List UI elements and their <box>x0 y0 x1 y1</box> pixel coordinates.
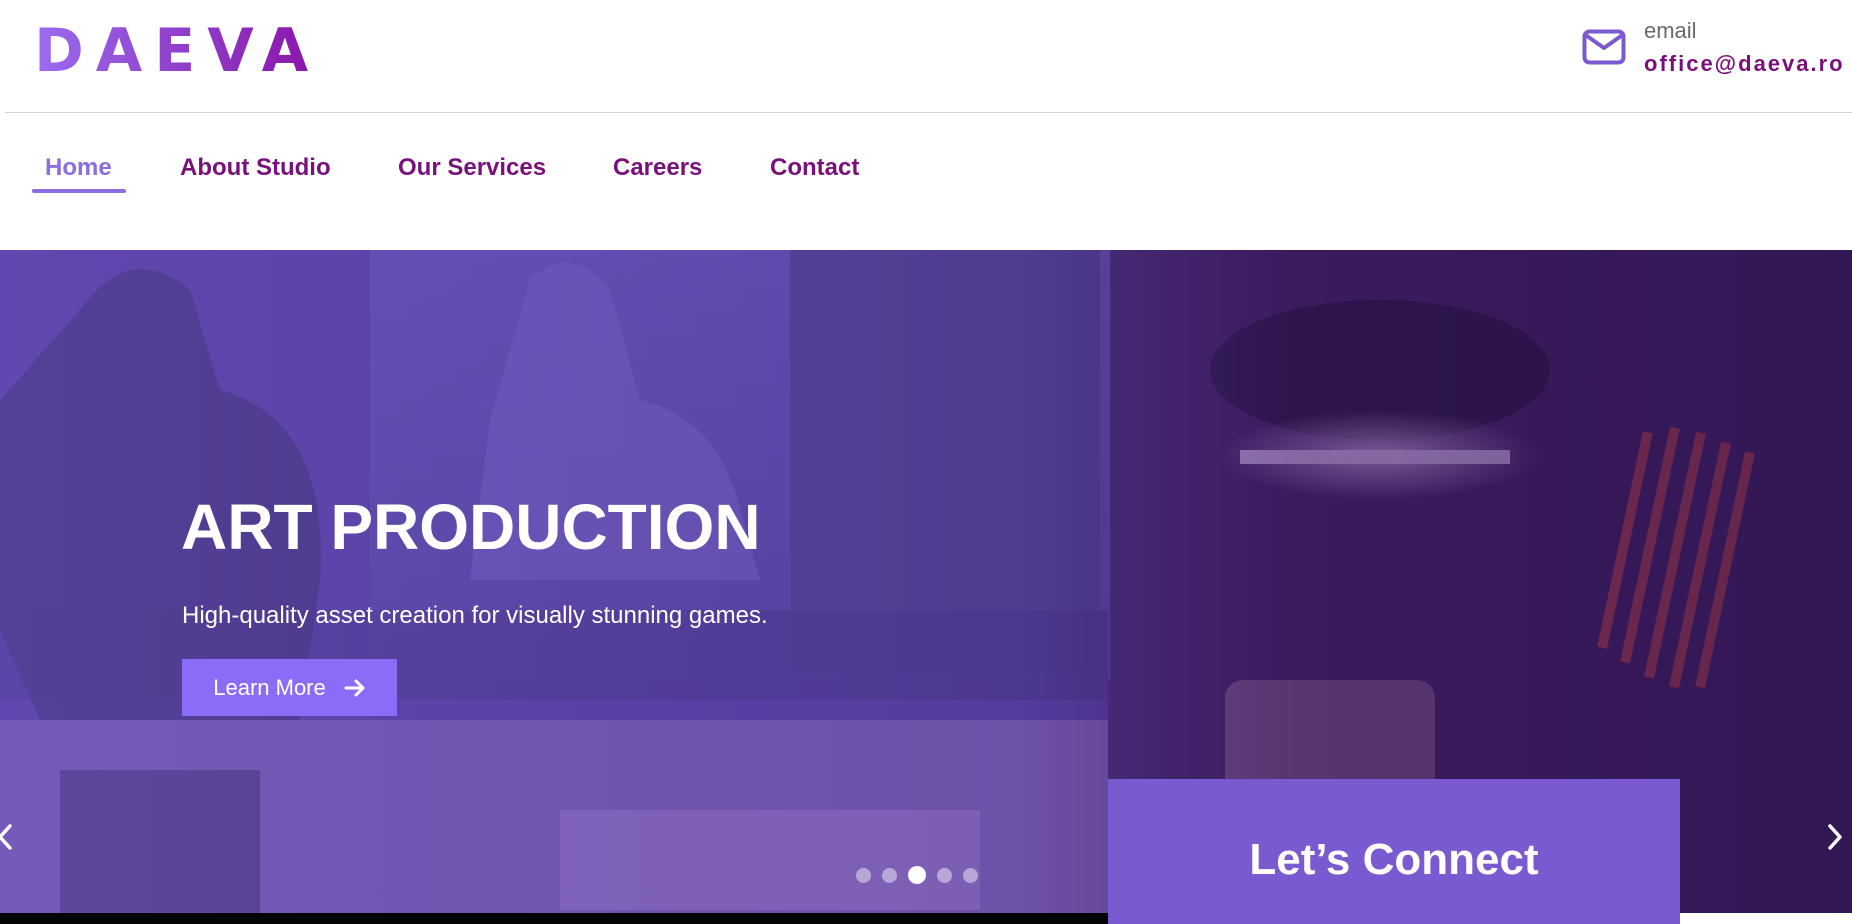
slider-dot-2[interactable] <box>882 867 897 883</box>
nav-item-home[interactable]: Home <box>45 154 112 182</box>
slider-dot-3[interactable] <box>908 866 926 884</box>
slider-dot-5[interactable] <box>963 867 978 883</box>
hero-title: ART PRODUCTION <box>181 491 761 563</box>
learn-more-label: Learn More <box>213 674 326 700</box>
slider-dot-4[interactable] <box>937 867 952 883</box>
logo-graphic: DAEVA <box>34 16 320 86</box>
nav-item-our-services[interactable]: Our Services <box>398 154 546 182</box>
hero-subtitle: High-quality asset creation for visually… <box>182 602 768 629</box>
hero-bottom-strip <box>1680 913 1852 924</box>
email-link[interactable]: office@daeva.ro <box>1644 51 1845 77</box>
slider-dot-1[interactable] <box>856 867 871 883</box>
nav-active-underline <box>32 189 126 193</box>
main-nav: Home About Studio Our Services Careers C… <box>0 113 1852 250</box>
lets-connect-title: Let’s Connect <box>1249 835 1539 884</box>
nav-item-careers[interactable]: Careers <box>613 154 702 182</box>
site-header: DAEVA email office@daeva.ro <box>0 0 1852 113</box>
daeva-logo[interactable]: DAEVA <box>34 16 334 86</box>
slider-prev-icon[interactable] <box>0 822 14 852</box>
email-label: email <box>1644 18 1697 43</box>
hero-slider: ART PRODUCTION High-quality asset creati… <box>0 250 1852 924</box>
slider-pagination <box>856 865 978 885</box>
logo-text: DAEVA <box>34 16 320 78</box>
header-email[interactable]: email office@daeva.ro <box>1580 16 1852 86</box>
lets-connect-panel[interactable]: Let’s Connect <box>1108 779 1680 924</box>
slider-next-icon[interactable] <box>1826 822 1844 852</box>
nav-item-contact[interactable]: Contact <box>770 154 859 182</box>
mail-icon <box>1582 29 1626 65</box>
learn-more-button[interactable]: Learn More <box>182 659 397 716</box>
nav-item-about-studio[interactable]: About Studio <box>180 154 331 182</box>
arrow-right-icon <box>344 679 365 696</box>
hero-bottom-bar <box>0 913 1108 924</box>
